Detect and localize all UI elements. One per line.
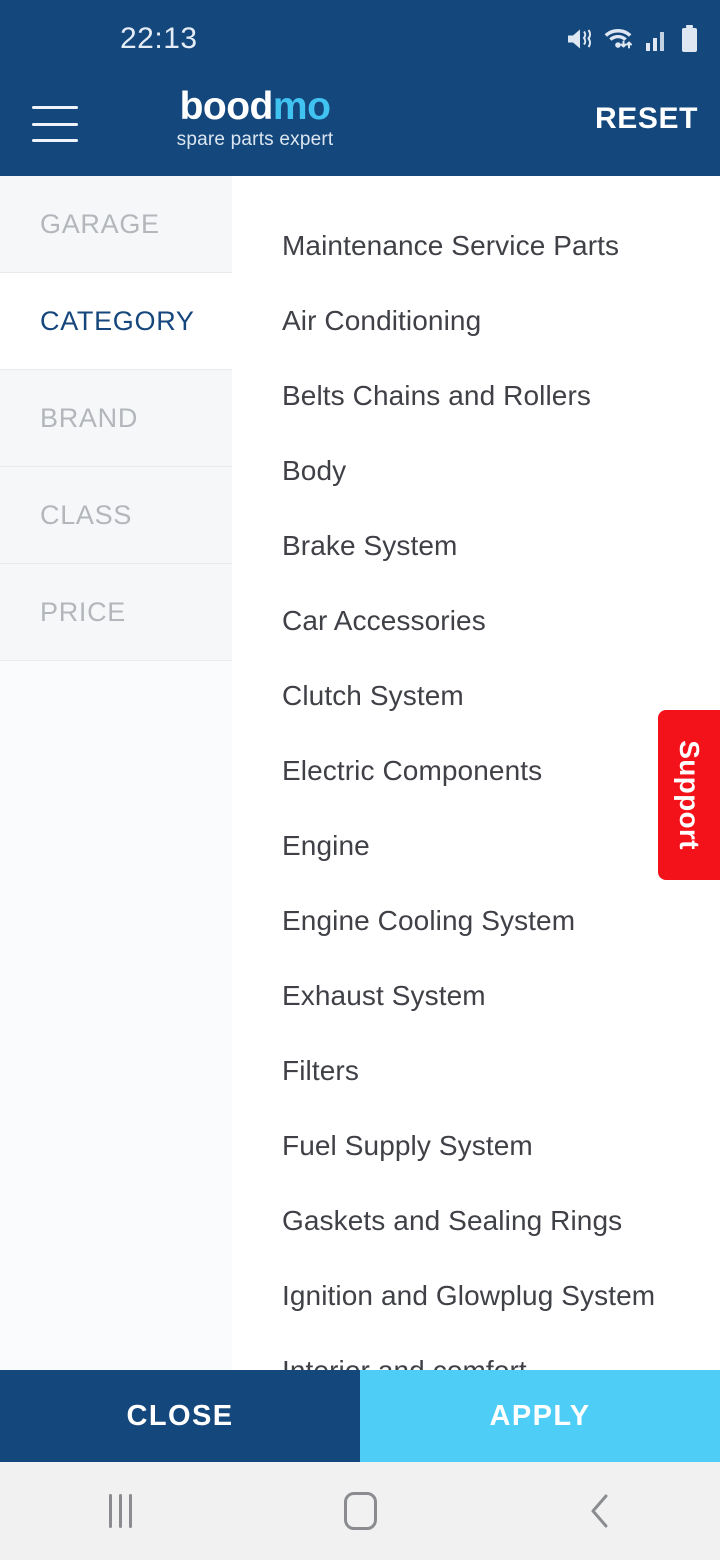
list-item[interactable]: Exhaust System <box>232 958 720 1033</box>
list-item-label: Brake System <box>282 529 458 561</box>
wifi-icon <box>604 26 634 52</box>
list-item[interactable]: Body <box>232 433 720 508</box>
list-item-label: Interior and comfort <box>282 1354 527 1371</box>
list-item-label: Car Accessories <box>282 604 486 636</box>
list-item-label: Air Conditioning <box>282 304 482 336</box>
reset-button[interactable]: RESET <box>595 102 698 136</box>
app-root: 22:13 boodmo spare parts expert RESET GA… <box>0 0 720 1560</box>
list-item-label: Engine Cooling System <box>282 904 576 936</box>
sidebar-item-class[interactable]: CLASS <box>0 467 232 564</box>
list-item[interactable]: Fuel Supply System <box>232 1108 720 1183</box>
sidebar-item-label: CATEGORY <box>40 305 195 336</box>
home-icon[interactable] <box>240 1492 480 1530</box>
sidebar-item-label: GARAGE <box>40 208 160 239</box>
status-bar: 22:13 <box>0 0 720 74</box>
list-item[interactable]: Clutch System <box>232 658 720 733</box>
filter-panel: GARAGE CATEGORY BRAND CLASS PRICE Mainte… <box>0 176 720 1370</box>
brand-name-second: mo <box>272 85 331 128</box>
list-item-label: Filters <box>282 1054 359 1086</box>
app-bar: boodmo spare parts expert RESET <box>0 74 720 176</box>
list-item-label: Engine <box>282 829 370 861</box>
list-item-label: Exhaust System <box>282 979 486 1011</box>
sidebar-item-category[interactable]: CATEGORY <box>0 273 232 370</box>
list-item-label: Gaskets and Sealing Rings <box>282 1204 623 1236</box>
status-time: 22:13 <box>120 22 198 55</box>
list-item[interactable]: Engine <box>232 808 720 883</box>
hamburger-menu-icon[interactable] <box>32 106 78 142</box>
list-item-label: Clutch System <box>282 679 464 711</box>
support-tab-button[interactable]: Support <box>658 710 720 880</box>
close-button[interactable]: CLOSE <box>0 1370 360 1462</box>
filter-tab-sidebar: GARAGE CATEGORY BRAND CLASS PRICE <box>0 176 232 1370</box>
sidebar-item-brand[interactable]: BRAND <box>0 370 232 467</box>
list-item[interactable]: Belts Chains and Rollers <box>232 358 720 433</box>
list-item-label: Ignition and Glowplug System <box>282 1279 656 1311</box>
list-item[interactable]: Interior and comfort <box>232 1333 720 1371</box>
action-bar: CLOSE APPLY <box>0 1370 720 1462</box>
cellular-signal-icon <box>645 26 670 52</box>
list-item[interactable]: Car Accessories <box>232 583 720 658</box>
list-item-label: Body <box>282 454 347 486</box>
mute-vibrate-icon <box>566 26 593 52</box>
battery-icon <box>681 25 698 53</box>
support-tab-label: Support <box>674 740 705 850</box>
sidebar-item-label: PRICE <box>40 596 127 627</box>
sidebar-item-garage[interactable]: GARAGE <box>0 176 232 273</box>
status-icon-group <box>566 24 698 54</box>
category-list[interactable]: Maintenance Service Parts Air Conditioni… <box>232 176 720 1370</box>
list-item[interactable]: Filters <box>232 1033 720 1108</box>
list-item-label: Fuel Supply System <box>282 1129 533 1161</box>
list-item-label: Belts Chains and Rollers <box>282 379 591 411</box>
brand-name-first: bood <box>179 85 274 128</box>
list-item[interactable]: Engine Cooling System <box>232 883 720 958</box>
list-item-label: Electric Components <box>282 754 543 786</box>
brand-logo[interactable]: boodmo spare parts expert <box>105 82 405 151</box>
list-item-label: Maintenance Service Parts <box>282 229 620 261</box>
sidebar-item-label: CLASS <box>40 499 133 530</box>
sidebar-item-price[interactable]: PRICE <box>0 564 232 661</box>
sidebar-filler <box>0 661 232 1370</box>
list-item[interactable]: Air Conditioning <box>232 283 720 358</box>
recents-icon[interactable] <box>0 1494 240 1528</box>
brand-wordmark: boodmo <box>105 82 405 131</box>
android-nav-bar <box>0 1462 720 1560</box>
list-item[interactable]: Gaskets and Sealing Rings <box>232 1183 720 1258</box>
brand-tagline: spare parts expert <box>176 129 334 150</box>
sidebar-item-label: BRAND <box>40 402 139 433</box>
list-item[interactable]: Ignition and Glowplug System <box>232 1258 720 1333</box>
apply-button[interactable]: APPLY <box>360 1370 720 1462</box>
list-item[interactable]: Brake System <box>232 508 720 583</box>
back-icon[interactable] <box>480 1491 720 1531</box>
list-item[interactable]: Maintenance Service Parts <box>232 208 720 283</box>
list-item[interactable]: Electric Components <box>232 733 720 808</box>
